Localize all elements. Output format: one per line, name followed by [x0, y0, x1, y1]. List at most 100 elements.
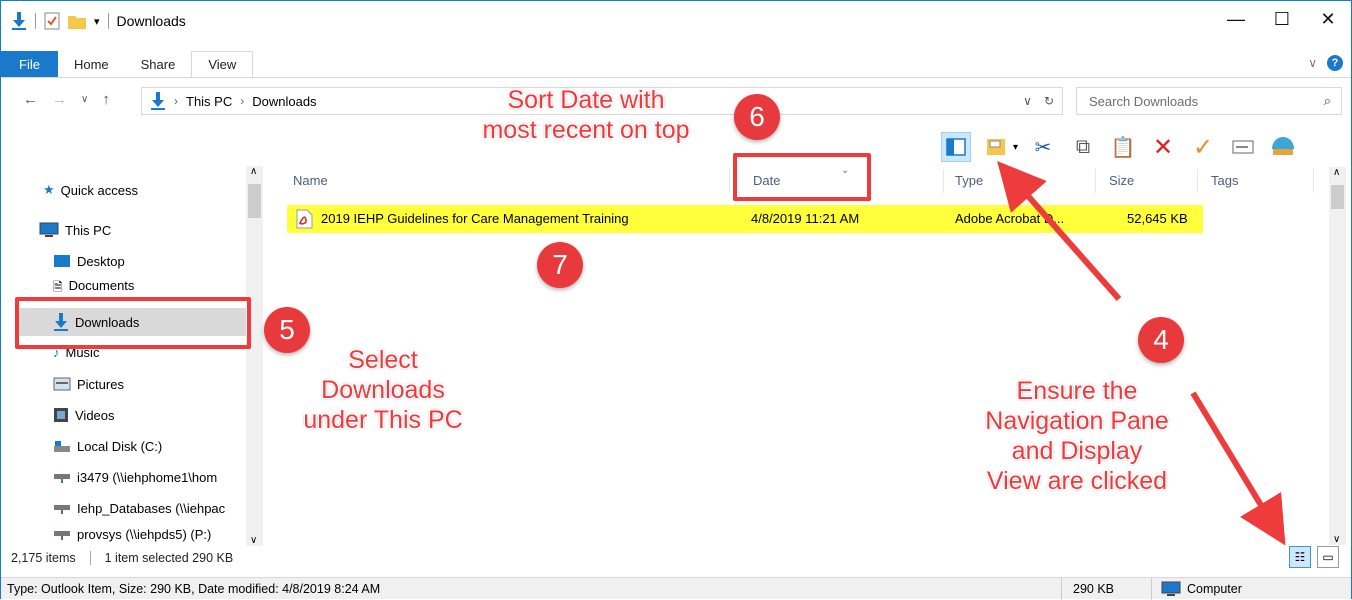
nav-item-label: This PC: [65, 222, 112, 238]
nav-scroll-thumb[interactable]: [248, 184, 261, 218]
details-view-icon[interactable]: ☷: [1289, 546, 1311, 568]
step-badge-6: 6: [734, 94, 780, 140]
column-type[interactable]: Type: [955, 173, 983, 188]
help-icon[interactable]: ?: [1327, 55, 1343, 71]
column-name[interactable]: Name: [293, 173, 328, 188]
dropdown-arrow-icon[interactable]: ▾: [1013, 142, 1018, 153]
file-scroll-thumb[interactable]: [1331, 185, 1344, 209]
nav-item-videos[interactable]: Videos: [53, 401, 303, 429]
cut-icon[interactable]: ✂: [1028, 132, 1058, 162]
desktop-icon: [54, 255, 70, 267]
tab-home[interactable]: Home: [58, 51, 125, 77]
nav-item-label: Videos: [75, 407, 115, 423]
arrow-to-view-buttons: [1190, 391, 1286, 546]
navigation-pane-icon[interactable]: [941, 132, 971, 162]
column-size[interactable]: Size: [1109, 173, 1134, 188]
customize-qa-icon[interactable]: ▾: [94, 15, 100, 28]
divider: [35, 13, 36, 29]
annotation-line: View are clicked: [986, 467, 1168, 495]
scroll-up-icon[interactable]: ∧: [250, 166, 257, 177]
scroll-up-icon[interactable]: ∧: [1333, 167, 1340, 178]
rename-check-icon[interactable]: ✓: [1188, 132, 1218, 162]
nav-item-label: Iehp_Databases (\\iehpac: [77, 500, 226, 516]
annotation-line: Select: [348, 346, 418, 374]
nav-item-label: Quick access: [60, 182, 138, 198]
divider: [1151, 578, 1152, 600]
divider: [943, 169, 944, 193]
up-icon[interactable]: ↑: [102, 91, 110, 108]
nav-item-network-provsys[interactable]: provsys (\\iehpds5) (P:): [53, 525, 243, 543]
details-location: Computer: [1187, 582, 1242, 596]
breadcrumb-downloads[interactable]: Downloads: [252, 94, 316, 109]
nav-item-desktop[interactable]: Desktop: [53, 247, 303, 275]
chevron-down-icon[interactable]: ∨: [1023, 94, 1032, 108]
annotation-line: under This PC: [303, 406, 463, 434]
new-folder-icon[interactable]: [68, 13, 86, 29]
search-input[interactable]: Search Downloads ⌕: [1076, 87, 1342, 115]
maximize-button[interactable]: ☐: [1259, 1, 1305, 37]
nav-scrollbar[interactable]: ∧ ∨: [246, 166, 263, 546]
nav-item-documents[interactable]: 🗎 Documents: [53, 278, 303, 292]
expand-ribbon-icon[interactable]: ∨: [1308, 56, 1317, 70]
file-list-scrollbar[interactable]: ∧ ∨: [1329, 167, 1346, 545]
network-drive-icon: [54, 474, 70, 483]
star-icon: ★: [43, 182, 55, 197]
paste-icon[interactable]: 📋: [1108, 132, 1138, 162]
properties-check-icon[interactable]: [44, 12, 60, 30]
annotation-line: Downloads: [321, 376, 445, 404]
divider: [1, 77, 1351, 78]
arrow-to-nav-pane: [997, 161, 1122, 301]
videos-icon: [54, 408, 68, 422]
search-icon[interactable]: ⌕: [1324, 93, 1331, 109]
tab-share[interactable]: Share: [125, 51, 192, 77]
column-tags[interactable]: Tags: [1211, 173, 1238, 188]
close-button[interactable]: ✕: [1305, 1, 1351, 37]
file-name: 2019 IEHP Guidelines for Care Management…: [321, 211, 629, 226]
network-drive-icon: [54, 531, 70, 540]
breadcrumb-this-pc[interactable]: This PC: [186, 94, 232, 109]
download-arrow-icon: [151, 92, 165, 110]
scroll-down-icon[interactable]: ∨: [1333, 534, 1340, 545]
explorer-window: ▾ Downloads — ☐ ✕ File Home Share View ∨…: [0, 0, 1352, 600]
nav-item-label: Documents: [68, 278, 135, 292]
details-status-bar: Type: Outlook Item, Size: 290 KB, Date m…: [1, 577, 1351, 600]
computer-icon: [1161, 581, 1181, 596]
navigation-pane: ★ Quick access This PC Desktop 🗎 Documen…: [1, 166, 269, 566]
recent-locations-icon[interactable]: ∨: [81, 94, 88, 105]
nav-item-local-disk[interactable]: Local Disk (C:): [53, 432, 303, 460]
scroll-down-icon[interactable]: ∨: [250, 535, 257, 546]
pdf-file-icon: [296, 209, 313, 229]
nav-item-label: provsys (\\iehpds5) (P:): [77, 526, 212, 542]
status-bar: 2,175 items 1 item selected 290 KB: [11, 551, 233, 565]
copy-icon[interactable]: ⧉: [1068, 132, 1098, 162]
annotation-line: and Display: [1011, 437, 1143, 465]
properties-icon[interactable]: [981, 132, 1011, 162]
annotation-line: Ensure the: [1016, 377, 1138, 405]
chevron-right-icon: ›: [174, 94, 178, 108]
nav-item-pictures[interactable]: Pictures: [53, 370, 303, 398]
annotation-box-downloads: [15, 297, 251, 349]
refresh-icon[interactable]: ↻: [1044, 94, 1054, 108]
delete-icon[interactable]: ✕: [1148, 132, 1178, 162]
computer-icon: [39, 222, 59, 237]
tab-file[interactable]: File: [1, 51, 58, 77]
minimize-button[interactable]: —: [1213, 1, 1259, 37]
forward-icon[interactable]: →: [52, 91, 67, 108]
annotation-line: Sort Date with: [507, 86, 665, 114]
table-row[interactable]: 2019 IEHP Guidelines for Care Management…: [287, 205, 1203, 233]
back-icon[interactable]: ←: [23, 91, 38, 108]
nav-item-network-i3479[interactable]: i3479 (\\iehphome1\hom: [53, 463, 261, 491]
nav-buttons: ← → ∨ ↑: [23, 91, 110, 108]
annotation-sort-note: Sort Date with most recent on top: [456, 85, 716, 145]
nav-item-label: i3479 (\\iehphome1\hom: [77, 469, 218, 485]
nav-item-network-iehp-databases[interactable]: Iehp_Databases (\\iehpac: [53, 494, 261, 522]
download-arrow-icon[interactable]: [11, 12, 27, 30]
shell-app-icon[interactable]: [1268, 132, 1298, 162]
tab-view[interactable]: View: [191, 51, 254, 77]
file-type: Adobe Acrobat D...: [955, 211, 1065, 226]
rename-field-icon[interactable]: [1228, 132, 1258, 162]
nav-item-label: Pictures: [77, 376, 124, 392]
large-icons-view-icon[interactable]: ▭: [1317, 546, 1339, 568]
divider: [729, 169, 730, 193]
quick-access-toolbar: ▾ Downloads: [11, 11, 186, 31]
